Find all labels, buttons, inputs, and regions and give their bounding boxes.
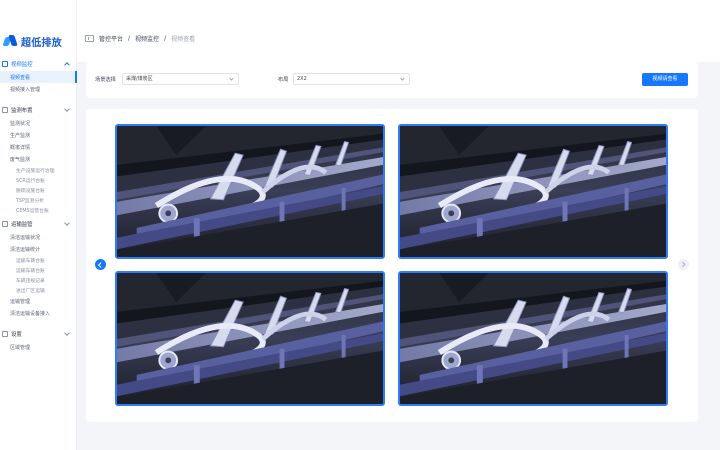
- sidebar-item-probability[interactable]: 概率详情: [0, 141, 77, 153]
- brand-name: 超低排放: [21, 38, 62, 49]
- layout-select-value: 2X2: [297, 76, 307, 82]
- conveyor-video-frame: [117, 126, 383, 257]
- sidebar-item-production[interactable]: 生产监测: [0, 129, 77, 141]
- sidebar-subitem[interactable]: TSP监测分析: [0, 195, 77, 205]
- scene-select-value: 采煤/煤炭区: [126, 76, 153, 82]
- conveyor-video-frame: [117, 273, 383, 404]
- chevron-down-icon: [64, 106, 70, 112]
- breadcrumb-root[interactable]: 管控平台: [99, 34, 123, 43]
- breadcrumb-current: 视频查看: [171, 36, 196, 43]
- scene-label: 场景选择: [95, 77, 116, 83]
- video-tile[interactable]: [398, 124, 668, 259]
- video-tile[interactable]: [115, 271, 385, 406]
- scene-select[interactable]: 采煤/煤炭区: [122, 73, 239, 85]
- chevron-left-icon: [98, 261, 104, 267]
- layout-label: 布局: [278, 77, 289, 83]
- sidebar-subitem[interactable]: CEMS运营台账: [0, 205, 77, 215]
- sidebar-subitem[interactable]: 运输车辆台账: [0, 255, 77, 265]
- breadcrumb-section[interactable]: 视频监控: [135, 34, 159, 43]
- menu-group-transport[interactable]: 运输监管: [0, 217, 77, 231]
- sidebar-item-clean-transport-status[interactable]: 清洁运输状况: [0, 231, 77, 243]
- layout-select[interactable]: 2X2: [293, 73, 410, 85]
- sidebar-item-transport-manage[interactable]: 运输管理: [0, 295, 77, 307]
- menu-group-monitor[interactable]: 监测布置: [0, 103, 77, 117]
- chevron-down-icon: [229, 76, 234, 81]
- sidebar-subitem[interactable]: 车辆违规记录: [0, 275, 77, 285]
- sidebar-menu: 视频监控 视频查看 视频接入管理 监测布置 监测状况 生产监测 概率详情 废气监…: [0, 57, 77, 353]
- sidebar-subitem[interactable]: 生产设施运行治理: [0, 165, 77, 175]
- breadcrumb: 管控平台 / 视频监控 / 视频查看: [85, 34, 195, 43]
- video-tile[interactable]: [398, 271, 668, 406]
- video-tile[interactable]: [115, 124, 385, 259]
- app-root: 超低排放 视频监控 视频查看 视频接入管理 监测布置 监测状况 生产监测 概率详…: [0, 0, 720, 450]
- settings-icon: [2, 331, 8, 337]
- sidebar-item-video-view[interactable]: 视频查看: [0, 71, 77, 83]
- brand-logo[interactable]: 超低排放: [2, 34, 62, 49]
- chevron-down-icon: [64, 220, 70, 226]
- chevron-right-icon: [679, 261, 685, 267]
- sidebar-item-exhaust[interactable]: 废气监测: [0, 153, 77, 165]
- chevron-down-icon: [64, 330, 70, 336]
- logo-icon: [2, 35, 18, 48]
- sidebar-item-area-manage[interactable]: 区域管理: [0, 341, 77, 353]
- sidebar-subitem[interactable]: 进出厂区运输: [0, 285, 77, 295]
- chevron-down-icon: [400, 76, 405, 81]
- conveyor-video-frame: [400, 273, 666, 404]
- sidebar-item-video-access[interactable]: 视频接入管理: [0, 83, 77, 95]
- conveyor-video-frame: [400, 126, 666, 257]
- sidebar-item-device-access[interactable]: 清洁运输设备接入: [0, 307, 77, 319]
- sidebar-subitem[interactable]: 脱硫设施台账: [0, 185, 77, 195]
- sidebar-item-monitor-status[interactable]: 监测状况: [0, 117, 77, 129]
- next-page-button[interactable]: [678, 259, 689, 270]
- top-header: 管控平台 / 视频监控 / 视频查看: [77, 0, 720, 62]
- sidebar: 超低排放 视频监控 视频查看 视频接入管理 监测布置 监测状况 生产监测 概率详…: [0, 0, 77, 450]
- sidebar-subitem[interactable]: SCR运行台账: [0, 175, 77, 185]
- chevron-up-icon: [64, 62, 70, 68]
- menu-group-settings[interactable]: 设置: [0, 327, 77, 341]
- view-video-button[interactable]: 视频请查看: [642, 73, 688, 86]
- transport-icon: [2, 221, 8, 227]
- breadcrumb-separator: /: [128, 35, 131, 42]
- breadcrumb-separator: /: [164, 35, 167, 42]
- filter-bar: 场景选择 采煤/煤炭区 布局 2X2 视频请查看: [86, 62, 698, 98]
- menu-collapse-icon[interactable]: [85, 35, 94, 42]
- menu-group-video[interactable]: 视频监控: [0, 57, 77, 71]
- sidebar-subitem[interactable]: 运输车辆台账: [0, 265, 77, 275]
- video-panel: [86, 109, 698, 422]
- monitor-icon: [2, 107, 8, 113]
- video-icon: [2, 61, 8, 67]
- sidebar-item-clean-transport-stats[interactable]: 清洁运输统计: [0, 243, 77, 255]
- prev-page-button[interactable]: [95, 259, 106, 270]
